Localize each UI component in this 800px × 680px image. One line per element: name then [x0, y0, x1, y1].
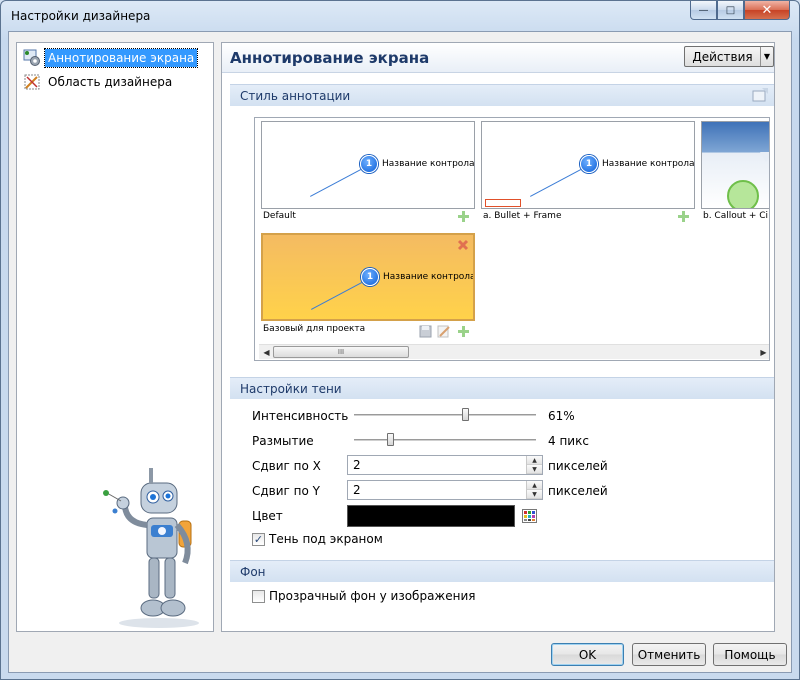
robot-mascot-illustration [103, 468, 199, 628]
control-name-label: Название контрола 1 [602, 159, 695, 169]
add-style-icon[interactable] [457, 325, 470, 338]
annotation-bullet: 1 [361, 268, 379, 286]
control-name-label: Название контрола 1 [383, 272, 475, 282]
spin-down-icon[interactable]: ▼ [527, 490, 542, 499]
scroll-left-icon[interactable]: ◀ [259, 345, 274, 360]
annotation-bullet: 1 [360, 155, 378, 173]
maximize-button[interactable]: □ [717, 1, 744, 20]
intensity-value: 61% [548, 409, 575, 423]
style-tile-callout-circle[interactable] [701, 121, 769, 209]
nav-item-label: Область дизайнера [48, 75, 173, 89]
chevron-down-icon[interactable]: ▼ [760, 47, 773, 66]
checkbox-label: Тень под экраном [269, 532, 383, 546]
annotation-style-gallery: 1 Название контрола 1 Default 1 Название… [254, 117, 770, 361]
annotation-bullet: 1 [580, 155, 598, 173]
style-tile-caption: b. Callout + Ci [703, 211, 769, 221]
section-title: Настройки тени [240, 382, 342, 396]
offset-y-spinbox[interactable]: 2 ▲ ▼ [347, 480, 543, 500]
style-tile-project-base[interactable]: 1 Название контрола 1 [261, 233, 475, 321]
minimize-button[interactable]: — [690, 1, 717, 20]
page-title: Аннотирование экрана [230, 49, 430, 67]
dialog-client-area: Аннотирование экрана Область дизайнера А… [8, 31, 792, 673]
section-title: Стиль аннотации [240, 89, 351, 103]
cancel-button[interactable]: Отменить [632, 643, 706, 666]
section-header-annotation-style: Стиль аннотации [230, 84, 774, 106]
new-style-icon[interactable] [752, 88, 768, 102]
designer-area-icon [23, 73, 41, 91]
title-bar[interactable]: Настройки дизайнера — □ ✕ [1, 1, 799, 31]
offset-x-unit: пикселей [548, 459, 608, 473]
control-frame [485, 199, 521, 207]
add-style-icon[interactable] [677, 210, 690, 223]
callout-circle-preview [727, 152, 769, 208]
slider-track [354, 414, 536, 416]
offset-y-unit: пикселей [548, 484, 608, 498]
scroll-right-icon[interactable]: ▶ [756, 345, 769, 360]
window-title: Настройки дизайнера [11, 9, 151, 23]
blur-value: 4 пикс [548, 434, 589, 448]
style-tile-default[interactable]: 1 Название контрола 1 [261, 121, 475, 209]
transparent-background-checkbox[interactable] [252, 589, 265, 603]
shadow-color-swatch[interactable] [347, 505, 515, 527]
callout-line [311, 281, 363, 310]
spin-buttons[interactable]: ▲ ▼ [526, 456, 542, 474]
style-tile-bullet-frame[interactable]: 1 Название контрола 1 [481, 121, 695, 209]
spin-buttons[interactable]: ▲ ▼ [526, 481, 542, 499]
spin-up-icon[interactable]: ▲ [527, 481, 542, 490]
ok-button[interactable]: OK [551, 643, 624, 666]
slider-track [354, 439, 536, 441]
color-palette-icon[interactable] [522, 509, 537, 523]
style-tile-caption: Базовый для проекта [263, 324, 366, 334]
offset-x-value[interactable]: 2 [353, 458, 361, 472]
scrollbar-thumb[interactable]: III [273, 346, 409, 358]
add-style-icon[interactable] [457, 210, 470, 223]
checkbox-label: Прозрачный фон у изображения [269, 589, 476, 603]
slider-thumb[interactable] [462, 408, 470, 421]
actions-dropdown-button[interactable]: Действия ▼ [684, 46, 774, 67]
blur-label: Размытие [252, 434, 314, 448]
style-tile-caption: Default [263, 211, 296, 221]
offset-y-label: Сдвиг по Y [252, 484, 320, 498]
shadow-under-screen-checkbox-row[interactable]: ✓ Тень под экраном [252, 532, 383, 546]
transparent-background-checkbox-row[interactable]: Прозрачный фон у изображения [252, 589, 475, 603]
delete-style-icon[interactable] [457, 239, 469, 251]
intensity-slider[interactable] [354, 408, 536, 422]
annotation-gear-icon [23, 49, 41, 67]
control-name-label: Название контрола 1 [382, 159, 475, 169]
designer-settings-window: Настройки дизайнера — □ ✕ Аннотирование … [0, 0, 800, 680]
section-header-background: Фон [230, 560, 774, 582]
nav-item-designer-area[interactable]: Область дизайнера [23, 71, 209, 93]
callout-line [310, 168, 362, 197]
style-tile-caption: a. Bullet + Frame [483, 211, 562, 221]
settings-content-panel: Аннотирование экрана Действия ▼ Стиль ан… [221, 42, 775, 632]
help-button[interactable]: Помощь [713, 643, 787, 666]
page-header: Аннотирование экрана Действия ▼ [222, 43, 774, 73]
blur-slider[interactable] [354, 433, 536, 447]
shadow-under-screen-checkbox[interactable]: ✓ [252, 532, 265, 546]
settings-nav-panel: Аннотирование экрана Область дизайнера [16, 42, 214, 632]
close-button[interactable]: ✕ [744, 1, 790, 20]
actions-label: Действия [692, 49, 753, 64]
nav-item-label: Аннотирование экрана [43, 48, 199, 68]
callout-line [530, 168, 582, 197]
spin-up-icon[interactable]: ▲ [527, 456, 542, 465]
gallery-horizontal-scrollbar[interactable]: ◀ III ▶ [259, 344, 769, 360]
offset-y-value[interactable]: 2 [353, 483, 361, 497]
section-header-shadow: Настройки тени [230, 377, 774, 399]
intensity-label: Интенсивность [252, 409, 349, 423]
offset-x-label: Сдвиг по X [252, 459, 321, 473]
slider-thumb[interactable] [387, 433, 395, 446]
section-title: Фон [240, 565, 266, 579]
save-style-icon[interactable] [419, 325, 432, 338]
edit-style-icon[interactable] [437, 325, 450, 338]
offset-x-spinbox[interactable]: 2 ▲ ▼ [347, 455, 543, 475]
nav-item-screen-annotation[interactable]: Аннотирование экрана [23, 47, 209, 69]
spin-down-icon[interactable]: ▼ [527, 465, 542, 474]
color-label: Цвет [252, 509, 283, 523]
